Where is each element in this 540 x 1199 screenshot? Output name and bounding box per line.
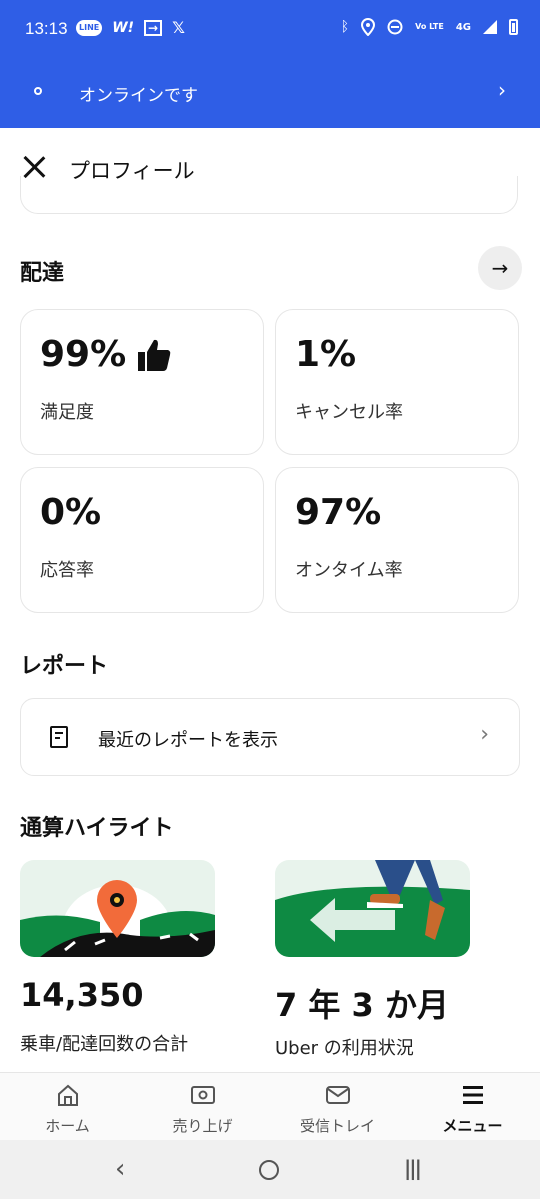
online-status-banner[interactable]: オンラインです › (0, 58, 540, 128)
stat-label: オンタイム率 (295, 560, 403, 581)
stat-value: 0% (40, 492, 102, 533)
nav-label: 売り上げ (172, 1117, 233, 1135)
arrow-box-icon: → (144, 19, 163, 36)
nav-label: 受信トレイ (299, 1117, 375, 1135)
online-status-text: オンラインです (79, 86, 198, 106)
nav-item-menu[interactable]: メニュー (405, 1073, 540, 1141)
recent-reports-link[interactable]: 最近のレポートを表示 › (20, 698, 520, 776)
tenure-label: Uber の利用状況 (275, 1038, 414, 1059)
signal-icon (483, 20, 497, 34)
back-icon[interactable]: ‹ (115, 1154, 125, 1184)
stat-card-response: 0% 応答率 (20, 467, 264, 613)
nav-item-earnings[interactable]: 売り上げ (135, 1073, 270, 1141)
stat-label: キャンセル率 (295, 402, 403, 423)
map-pin-illustration (20, 860, 215, 957)
total-trips-value: 14,350 (20, 976, 144, 1014)
nav-item-inbox[interactable]: 受信トレイ (270, 1073, 405, 1141)
nav-label: ホーム (45, 1117, 90, 1135)
stat-label: 満足度 (40, 402, 94, 423)
bottom-navigation: ホーム 売り上げ 受信トレイ メニュー (0, 1072, 540, 1140)
previous-card-edge (20, 176, 518, 214)
status-notification-icons: LINE W! → 𝕏 (76, 18, 185, 37)
stat-value-row: 99% (40, 334, 172, 375)
trips-map-illustration (20, 860, 215, 957)
arrow-right-icon: → (491, 256, 509, 280)
4g-icon: 4G (455, 21, 471, 33)
battery-icon (509, 19, 518, 35)
status-system-icons: ᛒ Vo LTE 4G (341, 18, 518, 36)
inbox-icon (326, 1086, 350, 1104)
stat-value: 97% (295, 492, 382, 533)
bluetooth-icon: ᛒ (340, 19, 350, 35)
thumbs-up-icon (138, 339, 171, 371)
do-not-disturb-icon (387, 19, 403, 35)
stat-value: 99% (40, 334, 127, 375)
x-icon: 𝕏 (172, 18, 185, 37)
stat-card-cancellation: 1% キャンセル率 (275, 309, 519, 455)
delivery-section-title: 配達 (20, 261, 65, 286)
online-indicator-icon (34, 87, 42, 95)
home-icon (58, 1084, 78, 1106)
stat-value: 1% (295, 334, 357, 375)
highlights-section-title: 通算ハイライト (20, 816, 174, 841)
tenure-illustration (275, 860, 470, 957)
recents-icon[interactable]: ||| (404, 1156, 422, 1180)
nav-label: メニュー (442, 1117, 503, 1135)
stat-card-on-time: 97% オンタイム率 (275, 467, 519, 613)
system-navigation-bar: ‹ ||| (0, 1140, 540, 1199)
chevron-right-icon: › (498, 78, 506, 102)
nav-item-home[interactable]: ホーム (0, 1073, 135, 1141)
status-time: 13:13 (25, 19, 68, 38)
menu-icon (463, 1086, 483, 1104)
line-icon: LINE (76, 19, 103, 36)
walking-arrow-illustration (275, 860, 470, 957)
report-section-title: レポート (20, 654, 109, 679)
stat-label: 応答率 (40, 560, 94, 581)
location-icon (361, 18, 376, 36)
document-icon (50, 726, 68, 748)
status-bar: 13:13 LINE W! → 𝕏 ᛒ Vo LTE 4G (0, 0, 540, 58)
recent-reports-label: 最近のレポートを表示 (98, 730, 278, 751)
stat-card-satisfaction: 99% 満足度 (20, 309, 264, 455)
tenure-value: 7 年 3 か月 (275, 986, 449, 1024)
home-circle-icon[interactable] (259, 1160, 279, 1180)
total-trips-label: 乗車/配達回数の合計 (20, 1034, 189, 1055)
earnings-icon (191, 1086, 215, 1104)
chevron-right-icon: › (480, 722, 489, 747)
w1-icon: W! (112, 19, 135, 36)
volte-icon: Vo LTE (415, 22, 444, 31)
delivery-details-button[interactable]: → (478, 246, 522, 290)
